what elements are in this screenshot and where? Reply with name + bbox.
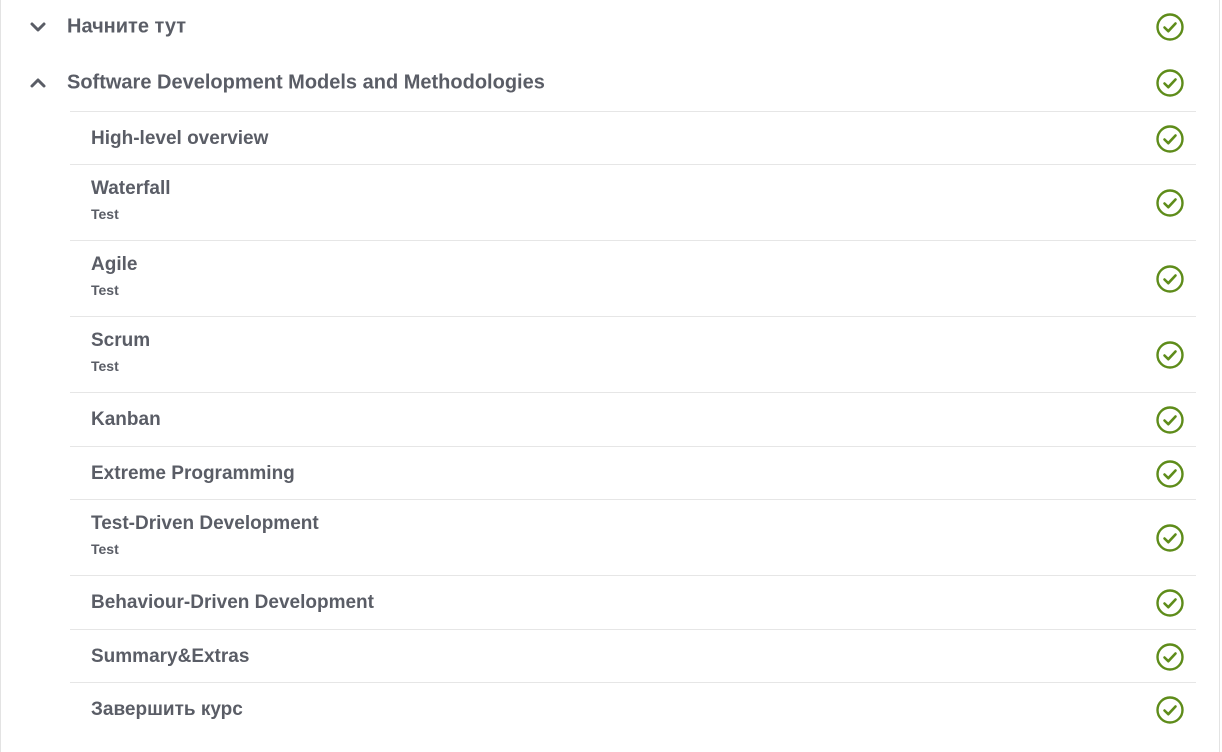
check-circle-icon [1156, 124, 1184, 153]
lesson-item[interactable]: High-level overview [70, 111, 1196, 165]
lesson-item[interactable]: Test-Driven Development Test [70, 499, 1196, 576]
lesson-title: Agile [91, 254, 138, 275]
chevron-up-icon[interactable] [29, 74, 47, 92]
lesson-item[interactable]: Waterfall Test [70, 164, 1196, 241]
check-circle-icon [1156, 265, 1184, 293]
lesson-title: Kanban [91, 409, 161, 430]
lesson-subtitle: Test [91, 282, 119, 298]
chevron-down-icon[interactable] [29, 18, 47, 36]
lesson-item[interactable]: Summary&Extras [70, 629, 1196, 683]
check-circle-icon [1156, 406, 1184, 434]
lesson-title: Extreme Programming [91, 462, 295, 484]
lesson-item[interactable]: Behaviour-Driven Development [70, 575, 1196, 630]
lesson-title: Test-Driven Development [91, 513, 319, 534]
section-sdlc-models[interactable]: Software Development Models and Methodol… [1, 59, 1222, 107]
lesson-subtitle: Test [91, 206, 119, 222]
lesson-subtitle: Test [91, 358, 119, 374]
section-title: Software Development Models and Methodol… [67, 71, 545, 94]
check-circle-icon [1156, 459, 1184, 488]
section-title: Начните тут [67, 15, 186, 38]
check-circle-icon [1156, 189, 1184, 217]
lesson-subtitle: Test [91, 541, 119, 557]
lesson-item[interactable]: Scrum Test [70, 316, 1196, 393]
check-circle-icon [1156, 524, 1184, 552]
section-start-here[interactable]: Начните тут [1, 3, 1222, 51]
lesson-item[interactable]: Agile Test [70, 240, 1196, 317]
lesson-title: Summary&Extras [91, 645, 250, 667]
lesson-title: Waterfall [91, 178, 171, 199]
lesson-title: Завершить курс [91, 699, 243, 720]
check-circle-icon [1156, 589, 1184, 617]
check-circle-icon [1156, 341, 1184, 369]
lesson-item[interactable]: Kanban [70, 392, 1196, 447]
check-circle-icon [1156, 696, 1184, 724]
lesson-title: High-level overview [91, 127, 269, 149]
check-circle-icon [1156, 642, 1184, 671]
lesson-item[interactable]: Extreme Programming [70, 446, 1196, 500]
check-circle-icon [1156, 69, 1184, 97]
lesson-title: Scrum [91, 330, 151, 351]
lesson-item[interactable]: Завершить курс [70, 682, 1196, 737]
course-outline: Начните тут Software Development Models … [0, 0, 1220, 752]
lesson-title: Behaviour-Driven Development [91, 592, 374, 613]
check-circle-icon [1156, 13, 1184, 41]
